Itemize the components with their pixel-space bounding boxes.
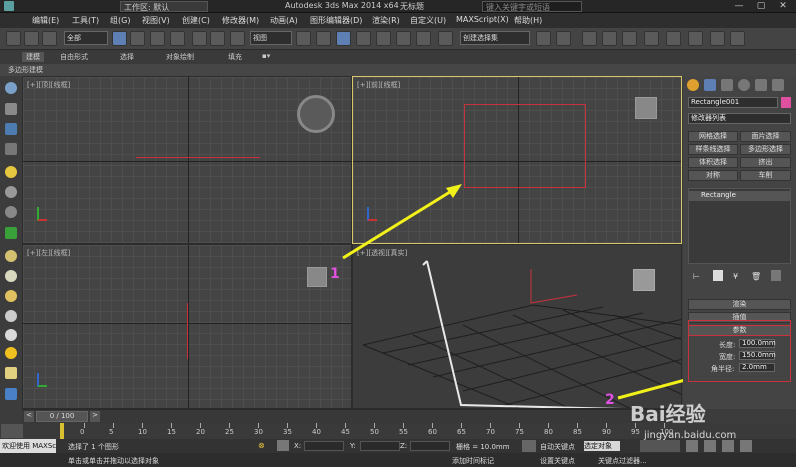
ruler-tick-label: 5 — [109, 428, 114, 436]
ruler-tick-label: 80 — [544, 428, 553, 436]
patch-select-button[interactable]: 面片选择 — [740, 131, 791, 142]
make-unique-icon[interactable]: ¥ — [733, 272, 738, 281]
show-end-result-icon[interactable] — [713, 270, 723, 281]
ruler-ticks: 0 5 10 15 20 25 30 35 40 45 50 55 60 65 70 75 80 85 90 95 10… — [80, 423, 684, 439]
add-time-tag[interactable]: 添加时间标记 — [452, 456, 494, 466]
y-label: Y: — [350, 442, 356, 450]
ruler-tick-label: 30 — [254, 428, 263, 436]
hierarchy-tab-icon[interactable] — [721, 79, 733, 91]
vol-select-button[interactable]: 体积选择 — [688, 157, 738, 168]
command-panel: Rectangle001 修改器列表 网格选择 面片选择 样条线选择 多边形选择… — [683, 76, 796, 409]
lathe-button[interactable]: 车削 — [740, 170, 791, 181]
width-label: 宽度: — [719, 353, 736, 361]
create-tab-icon[interactable] — [687, 79, 699, 91]
motion-tab-icon[interactable] — [738, 79, 750, 91]
spline-select-button[interactable]: 样条线选择 — [688, 144, 738, 155]
ruler-tick-label: 65 — [457, 428, 466, 436]
extrude-button[interactable]: 挤出 — [740, 157, 791, 168]
utilities-tab-icon[interactable] — [772, 79, 784, 91]
rollout-rendering[interactable]: 渲染 — [688, 299, 791, 310]
x-label: X: — [294, 442, 302, 450]
ruler-tick-label: 75 — [515, 428, 524, 436]
remove-modifier-icon[interactable]: 🗑 — [751, 272, 761, 281]
lock-icon[interactable]: ⊗ — [258, 441, 265, 450]
length-field[interactable]: 100.0mm — [739, 339, 776, 348]
time-slider[interactable]: < 0 / 100 > — [22, 409, 683, 423]
length-label: 长度: — [719, 341, 736, 349]
symmetry-button[interactable]: 对称 — [688, 170, 738, 181]
ruler-tick-label: 15 — [167, 428, 176, 436]
ruler-tick-label: 70 — [486, 428, 495, 436]
mini-curve-editor-icon[interactable] — [1, 424, 23, 438]
prev-frame-button[interactable]: < — [24, 411, 34, 422]
z-coordinate-field[interactable] — [410, 441, 450, 451]
annotation-label-2: 2 — [605, 392, 615, 408]
poly-select-button[interactable]: 多边形选择 — [740, 144, 791, 155]
absolute-mode-icon[interactable] — [277, 440, 289, 451]
ruler-tick-label: 90 — [602, 428, 611, 436]
stack-item[interactable]: Rectangle — [689, 191, 790, 201]
auto-key-button[interactable]: 自动关键点 — [540, 442, 575, 452]
annotation-arrows — [342, 184, 705, 400]
corner-radius-label: 角半径: — [711, 365, 735, 373]
ruler-tick-label: 20 — [196, 428, 205, 436]
selection-status: 选择了 1 个图形 — [68, 443, 119, 451]
annotation-label-1: 1 — [330, 266, 340, 282]
display-tab-icon[interactable] — [755, 79, 767, 91]
prompt-hint: 单击或单击并拖动以选择对象 — [68, 457, 159, 465]
ruler-tick-label: 45 — [341, 428, 350, 436]
next-frame-button[interactable]: > — [90, 411, 100, 422]
grid-size: 栅格 = 10.0mm — [456, 443, 510, 451]
ruler-tick-label: 25 — [225, 428, 234, 436]
baidu-watermark: Bai经验 jingyan.baidu.com — [630, 398, 770, 458]
modifier-list-select[interactable]: 修改器列表 — [688, 113, 791, 124]
selected-object-select[interactable]: 选定对象 — [584, 441, 620, 451]
object-color-swatch[interactable] — [781, 97, 791, 108]
modify-tab-icon[interactable] — [704, 79, 716, 91]
set-key-button[interactable]: 设置关键点 — [540, 456, 575, 466]
corner-radius-field[interactable]: 2.0mm — [739, 363, 775, 372]
configure-sets-icon[interactable] — [771, 270, 781, 281]
ruler-tick-label: 35 — [283, 428, 292, 436]
ruler-yellow-icon — [60, 423, 64, 439]
ruler-tick-label: 0 — [80, 428, 85, 436]
y-coordinate-field[interactable] — [360, 441, 400, 451]
object-name-field[interactable]: Rectangle001 — [688, 97, 778, 108]
ruler-tick-label: 10 — [138, 428, 147, 436]
watermark-url: jingyan.baidu.com — [644, 430, 737, 441]
ruler-tick-label: 40 — [312, 428, 321, 436]
ruler-tick-label: 85 — [573, 428, 582, 436]
key-icon[interactable] — [522, 440, 536, 452]
ruler-tick-label: 55 — [399, 428, 408, 436]
mesh-select-button[interactable]: 网格选择 — [688, 131, 738, 142]
z-label: Z: — [400, 442, 408, 450]
ruler-tick-label: 60 — [428, 428, 437, 436]
x-coordinate-field[interactable] — [304, 441, 344, 451]
frame-counter[interactable]: 0 / 100 — [36, 411, 88, 422]
width-field[interactable]: 150.0mm — [739, 351, 776, 360]
watermark-logo: Bai经验 — [630, 402, 706, 426]
modifier-stack[interactable]: Rectangle — [688, 188, 791, 264]
pin-stack-icon[interactable]: ⊢ — [693, 272, 700, 281]
ruler-tick-label: 50 — [370, 428, 379, 436]
